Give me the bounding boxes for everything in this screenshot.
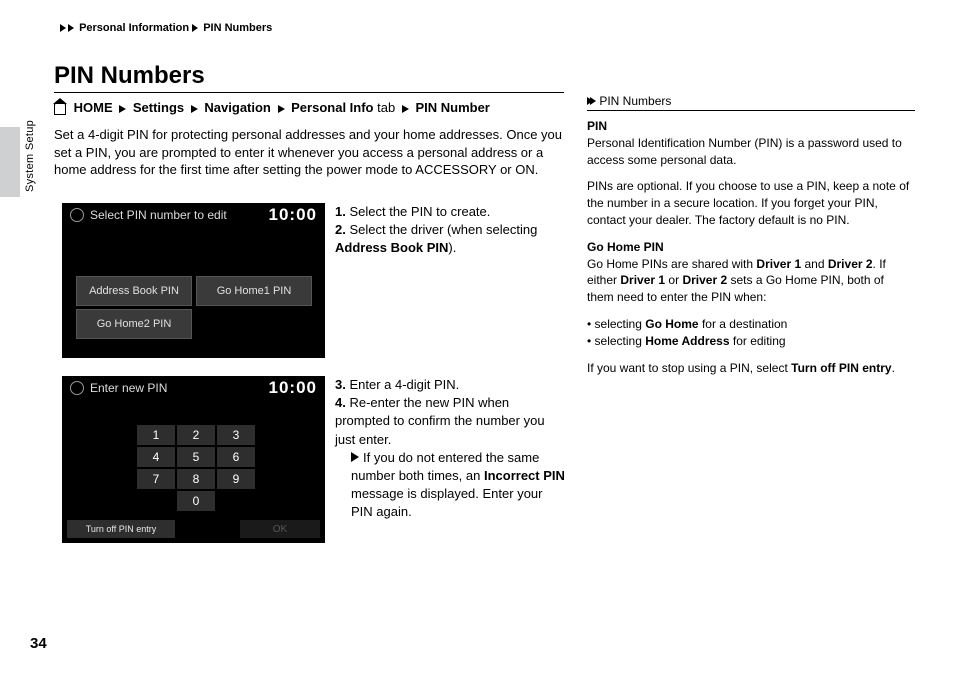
right-bold: Driver 2 — [828, 257, 873, 271]
go-home1-pin-button[interactable]: Go Home1 PIN — [196, 276, 312, 306]
step-text: Select the driver (when selecting — [349, 222, 537, 237]
screenshot-enter-pin: Enter new PIN 10:00 1 2 3 4 5 6 7 8 9 0 … — [62, 376, 325, 543]
keypad-key[interactable]: 1 — [136, 424, 176, 446]
right-bold: Turn off PIN entry — [791, 361, 891, 375]
steps-block-1: 1. Select the PIN to create. 2. Select t… — [335, 203, 565, 258]
keypad-key[interactable]: 8 — [176, 468, 216, 490]
chevron-right-icon — [191, 105, 198, 113]
keypad-key[interactable]: 3 — [216, 424, 256, 446]
right-text: . — [892, 361, 895, 375]
turn-off-pin-button[interactable]: Turn off PIN entry — [67, 520, 175, 538]
gear-icon — [70, 381, 84, 395]
right-bold: Driver 1 — [756, 257, 801, 271]
right-text: Personal Identification Number (PIN) is … — [587, 136, 902, 167]
step-bold: Address Book PIN — [335, 240, 448, 255]
keypad-key[interactable]: 2 — [176, 424, 216, 446]
steps-block-2: 3. Enter a 4-digit PIN. 4. Re-enter the … — [335, 376, 567, 522]
screen-title: Select PIN number to edit — [90, 208, 269, 222]
step-number: 3. — [335, 377, 346, 392]
clock: 10:00 — [269, 378, 317, 398]
ok-button[interactable]: OK — [240, 520, 320, 538]
gear-icon — [70, 208, 84, 222]
nav-item: Navigation — [204, 100, 270, 115]
step-number: 4. — [335, 395, 346, 410]
clock: 10:00 — [269, 205, 317, 225]
keypad-key[interactable]: 5 — [176, 446, 216, 468]
chevron-right-icon — [119, 105, 126, 113]
step-text: Re-enter the new PIN when prompted to co… — [335, 395, 545, 446]
right-text: and — [804, 257, 824, 271]
section-tab-label: System Setup — [24, 120, 36, 192]
triangle-right-icon — [351, 452, 359, 462]
right-column-body: PIN Personal Identification Number (PIN)… — [587, 118, 913, 386]
step-text-after: ). — [448, 240, 456, 255]
nav-item: HOME — [74, 100, 113, 115]
breadcrumb: Personal Information PIN Numbers — [60, 22, 272, 34]
keypad-key[interactable]: 7 — [136, 468, 176, 490]
address-book-pin-button[interactable]: Address Book PIN — [76, 276, 192, 306]
substep-bold: Incorrect PIN — [484, 468, 565, 483]
nav-item: Personal Info — [291, 100, 373, 115]
right-text: or — [668, 273, 679, 287]
right-text: Go Home PINs are shared with — [587, 257, 753, 271]
right-subheading: PIN — [587, 119, 607, 133]
screen-title: Enter new PIN — [90, 381, 269, 395]
keypad: 1 2 3 4 5 6 7 8 9 0 — [136, 424, 256, 512]
keypad-key[interactable]: 4 — [136, 446, 176, 468]
nav-item-suffix: tab — [377, 100, 395, 115]
right-column-header: PIN Numbers — [587, 94, 671, 108]
step-number: 1. — [335, 204, 346, 219]
substep-text-after: message is displayed. Enter your PIN aga… — [351, 486, 542, 519]
right-text: If you want to stop using a PIN, select — [587, 361, 788, 375]
go-home2-pin-button[interactable]: Go Home2 PIN — [76, 309, 192, 339]
page-title: PIN Numbers — [54, 62, 205, 90]
right-bullet: selecting Go Home for a destination — [587, 316, 913, 333]
page-number: 34 — [30, 635, 47, 652]
rule — [587, 110, 915, 111]
nav-item: Settings — [133, 100, 184, 115]
section-tab — [0, 127, 20, 197]
right-bold: Driver 1 — [620, 273, 665, 287]
keypad-key[interactable]: 9 — [216, 468, 256, 490]
step-text: Select the PIN to create. — [349, 204, 490, 219]
chevron-right-icon — [60, 24, 66, 32]
right-bullet: selecting Home Address for editing — [587, 333, 913, 350]
right-header-text: PIN Numbers — [599, 94, 671, 108]
step-number: 2. — [335, 222, 346, 237]
home-icon — [54, 103, 66, 115]
chevron-right-icon — [590, 97, 596, 105]
rule — [54, 92, 564, 93]
right-text: PINs are optional. If you choose to use … — [587, 178, 913, 228]
chevron-right-icon — [68, 24, 74, 32]
nav-path: HOME Settings Navigation Personal Info t… — [54, 100, 490, 115]
screenshot-select-pin: Select PIN number to edit 10:00 Address … — [62, 203, 325, 358]
chevron-right-icon — [402, 105, 409, 113]
chevron-right-icon — [278, 105, 285, 113]
keypad-key[interactable]: 0 — [176, 490, 216, 512]
nav-item: PIN Number — [415, 100, 489, 115]
step-text: Enter a 4-digit PIN. — [349, 377, 459, 392]
right-subheading: Go Home PIN — [587, 240, 664, 254]
right-bold: Driver 2 — [682, 273, 727, 287]
keypad-key[interactable]: 6 — [216, 446, 256, 468]
breadcrumb-item: PIN Numbers — [203, 22, 272, 34]
intro-paragraph: Set a 4-digit PIN for protecting persona… — [54, 126, 564, 179]
breadcrumb-item: Personal Information — [79, 22, 189, 34]
chevron-right-icon — [192, 24, 198, 32]
